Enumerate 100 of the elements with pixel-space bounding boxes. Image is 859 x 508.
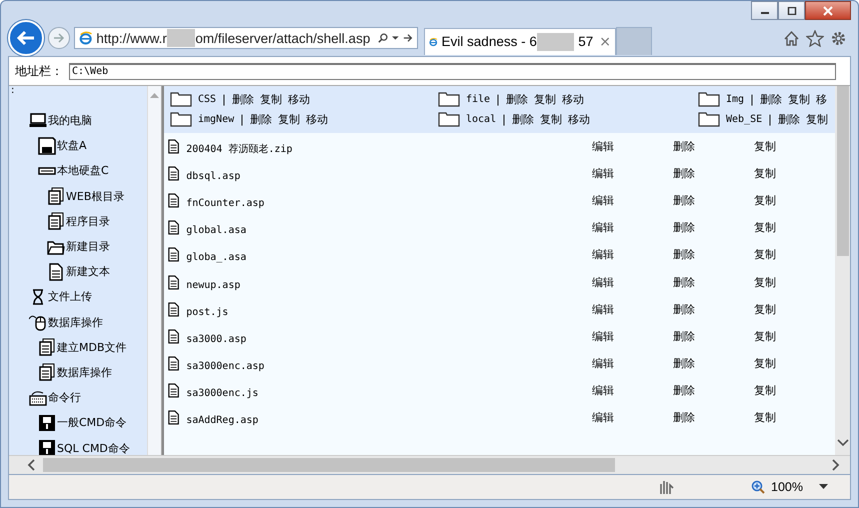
zoom-icon[interactable]: [751, 480, 766, 494]
document-title[interactable]: 200404 荐沥颐老.zip: [186, 144, 292, 156]
document-title[interactable]: sa3000.asp: [186, 334, 246, 345]
file-action-link[interactable]: 编辑: [592, 139, 674, 154]
file-action-link[interactable]: 删除: [673, 302, 754, 317]
file-action-link[interactable]: 复制: [754, 382, 835, 398]
scrollbar[interactable]: [147, 86, 161, 455]
folder-action-link[interactable]: 移动: [306, 112, 328, 126]
folder-action-link[interactable]: 复制: [788, 92, 810, 106]
minimize-button[interactable]: [751, 1, 778, 20]
file-action-link[interactable]: 复制: [754, 220, 835, 236]
folder-action-link[interactable]: 移动: [288, 92, 310, 106]
folder-name[interactable]: local: [466, 114, 496, 124]
file-action-link[interactable]: 复制: [754, 166, 835, 182]
close-button[interactable]: [805, 1, 851, 20]
folder-action-link[interactable]: 移动: [562, 92, 584, 106]
back-button[interactable]: [8, 20, 44, 56]
file-action-link[interactable]: 复制: [754, 356, 835, 371]
file-action-link[interactable]: 编辑: [592, 220, 674, 236]
file-action-link[interactable]: 复制: [754, 193, 835, 208]
scroll-down-icon[interactable]: [836, 439, 848, 447]
file-action-link[interactable]: 删除: [673, 382, 754, 398]
scrollbar[interactable]: [9, 455, 850, 474]
document-title[interactable]: sa3000enc.js: [186, 388, 258, 399]
file-action-link[interactable]: 删除: [673, 274, 754, 290]
home-icon[interactable]: [783, 30, 800, 46]
file-action-link[interactable]: 删除: [673, 220, 754, 236]
browser-tab[interactable]: Evil sadness - 6 57 ×: [424, 28, 616, 54]
file-action-link[interactable]: 删除: [673, 410, 754, 425]
file-action-link[interactable]: 编辑: [592, 302, 674, 317]
address-input[interactable]: C:\Web: [69, 62, 836, 80]
go-arrow-icon[interactable]: [402, 33, 413, 43]
dropdown-icon[interactable]: [392, 35, 399, 41]
folder-action-link[interactable]: 删除: [760, 92, 782, 106]
document-title[interactable]: globa_.asa: [186, 252, 246, 264]
document-title[interactable]: saAddReg.asp: [186, 414, 258, 426]
file-action-link[interactable]: 编辑: [592, 356, 674, 371]
sidebar-item[interactable]: 建立MDB文件: [57, 340, 127, 355]
folder-action-link[interactable]: 复制: [278, 112, 300, 126]
folder-action-link[interactable]: 复制: [806, 112, 828, 126]
folder-name[interactable]: Img: [726, 94, 744, 104]
file-action-link[interactable]: 编辑: [592, 247, 674, 262]
document-title[interactable]: dbsql.asp: [186, 171, 240, 182]
file-action-link[interactable]: 复制: [754, 302, 835, 317]
file-action-link[interactable]: 删除: [673, 166, 754, 182]
folder-name[interactable]: file: [466, 94, 490, 104]
sidebar-item[interactable]: 程序目录: [66, 214, 110, 229]
scroll-right-icon[interactable]: [832, 459, 840, 471]
folder-action-link[interactable]: 复制: [260, 92, 282, 106]
document-title[interactable]: sa3000enc.asp: [186, 360, 264, 372]
folder-action-link[interactable]: 移动: [568, 112, 590, 126]
folder-action-link[interactable]: 删除: [232, 92, 254, 106]
sidebar-item[interactable]: 我的电脑: [48, 113, 92, 128]
star-icon[interactable]: [806, 30, 824, 46]
sidebar-item[interactable]: WEB根目录: [66, 188, 124, 204]
sidebar-item[interactable]: 软盘A: [57, 138, 87, 154]
folder-action-link[interactable]: 删除: [506, 92, 528, 106]
dropdown-icon[interactable]: [819, 484, 828, 490]
file-action-link[interactable]: 编辑: [592, 410, 674, 425]
scroll-left-icon[interactable]: [27, 459, 35, 471]
file-action-link[interactable]: 编辑: [592, 193, 674, 208]
url-field[interactable]: http://www.r om/fileserver/attach/shell.asp: [74, 27, 418, 49]
sidebar-item[interactable]: 数据库操作: [57, 364, 112, 380]
sidebar-item[interactable]: 数据库操作: [48, 314, 103, 330]
document-title[interactable]: global.asa: [186, 225, 246, 236]
file-action-link[interactable]: 复制: [754, 274, 835, 290]
folder-action-link[interactable]: 删除: [778, 112, 800, 126]
scroll-thumb[interactable]: [43, 458, 615, 472]
folder-action-link[interactable]: 移: [816, 92, 827, 106]
file-action-link[interactable]: 复制: [754, 139, 835, 154]
file-action-link[interactable]: 编辑: [592, 166, 674, 182]
folder-action-link[interactable]: 删除: [512, 112, 534, 126]
scroll-thumb[interactable]: [836, 86, 848, 256]
settings-icon[interactable]: [830, 30, 847, 46]
folder-name[interactable]: imgNew: [198, 114, 234, 124]
document-title[interactable]: fnCounter.asp: [186, 198, 264, 210]
folder-action-link[interactable]: 复制: [540, 112, 562, 126]
file-action-link[interactable]: 复制: [754, 328, 835, 344]
sidebar-item[interactable]: 命令行: [48, 390, 81, 406]
file-action-link[interactable]: 删除: [673, 356, 754, 371]
file-action-link[interactable]: 删除: [673, 247, 754, 262]
document-title[interactable]: post.js: [186, 306, 228, 318]
sidebar-item[interactable]: SQL CMD命令: [57, 440, 130, 456]
search-icon[interactable]: [378, 32, 388, 44]
sidebar-item[interactable]: 新建文本: [66, 264, 110, 280]
sidebar-item[interactable]: 新建目录: [66, 239, 110, 254]
document-title[interactable]: newup.asp: [186, 280, 240, 291]
file-action-link[interactable]: 编辑: [592, 382, 674, 398]
file-action-link[interactable]: 删除: [673, 139, 754, 154]
file-action-link[interactable]: 编辑: [592, 274, 674, 290]
file-action-link[interactable]: 复制: [754, 410, 835, 425]
zoom-level[interactable]: 100%: [771, 480, 803, 494]
maximize-button[interactable]: [778, 1, 805, 20]
sidebar-item[interactable]: 一般CMD命令: [57, 415, 127, 430]
folder-action-link[interactable]: 复制: [534, 92, 556, 106]
sidebar-item[interactable]: 本地硬盘C: [57, 163, 109, 178]
sidebar-item[interactable]: 文件上传: [48, 289, 92, 304]
file-action-link[interactable]: 删除: [673, 328, 754, 344]
scrollbar[interactable]: [835, 86, 850, 455]
folder-action-link[interactable]: 删除: [250, 112, 272, 126]
